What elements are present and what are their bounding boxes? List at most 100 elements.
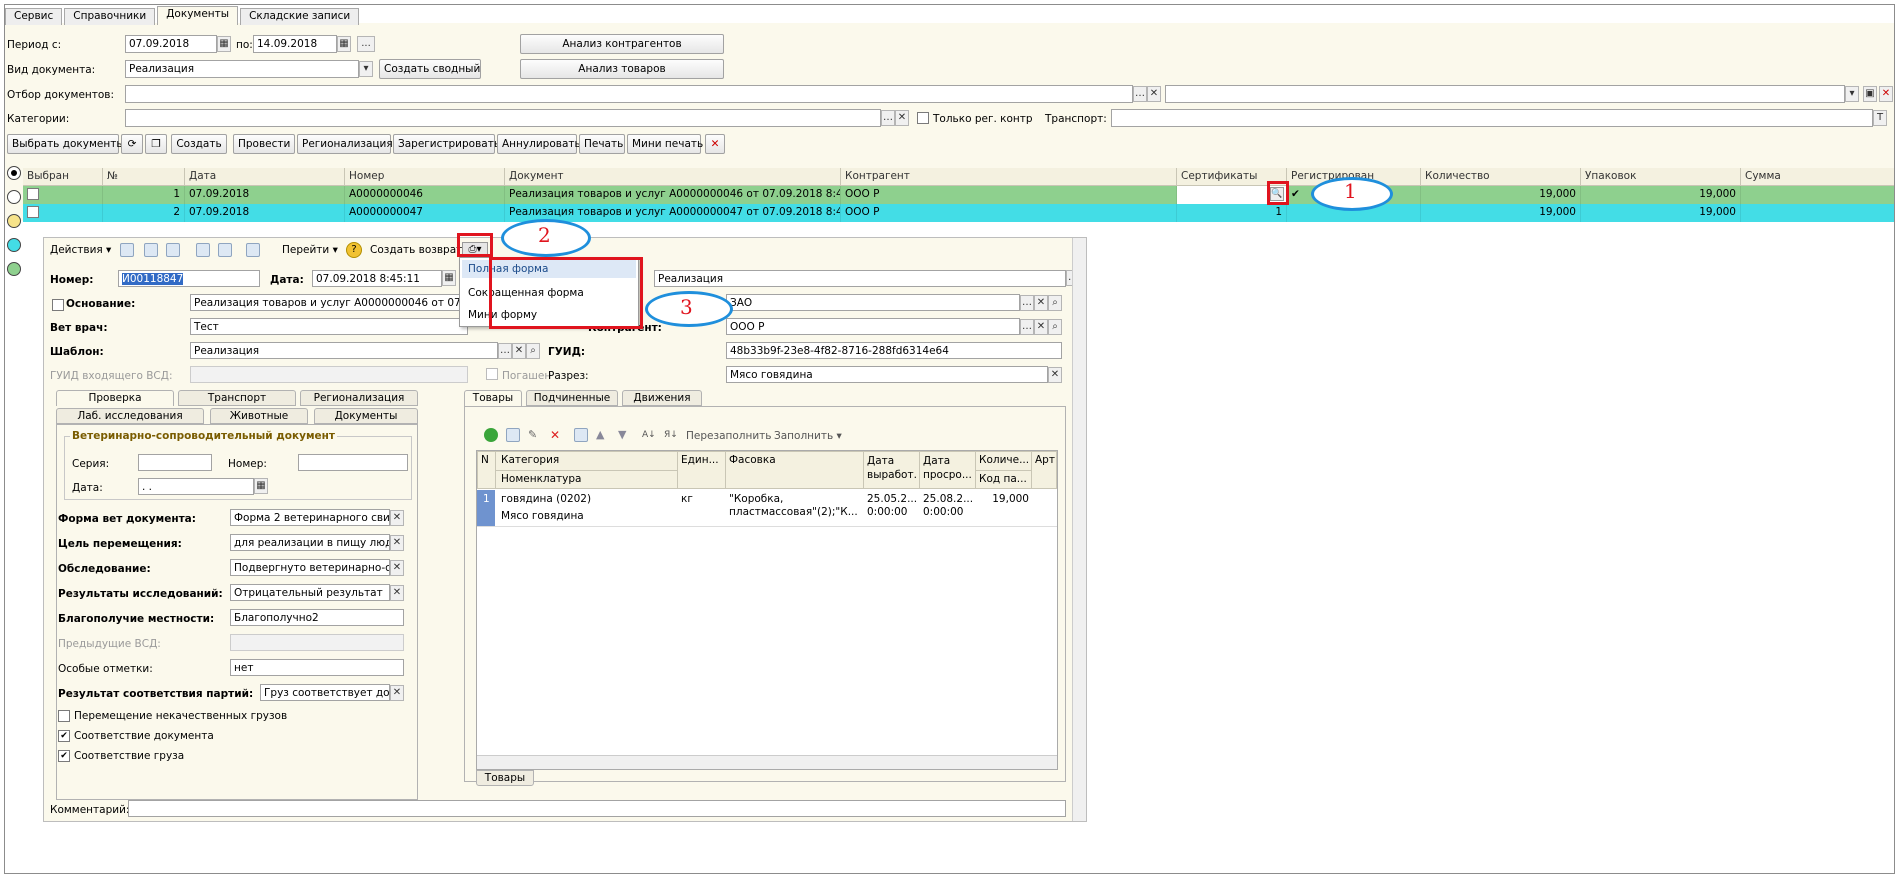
col-packages[interactable]: Упаковок (1581, 168, 1741, 186)
clear-icon[interactable]: ✕ (512, 343, 526, 359)
results-input[interactable]: Отрицательный результат (230, 584, 390, 601)
purpose-input[interactable]: для реализации в пищу людям (230, 534, 390, 551)
radio-icon[interactable] (7, 214, 21, 228)
save-icon[interactable]: ▣ (1863, 86, 1877, 102)
item-packing[interactable]: "Коробка, пластмассовая"(2);"К... (729, 493, 861, 519)
guid-input[interactable]: 48b33b9f-23e8-4f82-8716-288fd6314e64 (726, 342, 1062, 359)
bad-goods-checkbox[interactable] (58, 710, 70, 722)
col-document[interactable]: Документ (505, 168, 841, 186)
calendar-icon[interactable]: ▦ (442, 270, 456, 286)
move-down-icon[interactable]: ▼ (618, 428, 632, 442)
sort-desc-icon[interactable]: Я↓ (664, 428, 680, 442)
selection-input[interactable] (125, 85, 1133, 103)
basis-input[interactable]: Реализация товаров и услуг А0000000046 о… (190, 294, 468, 311)
contractor-input[interactable]: ООО Р (726, 318, 1020, 335)
repaid-checkbox[interactable] (486, 368, 498, 380)
select-icon[interactable]: … (1020, 295, 1034, 311)
add-icon[interactable] (484, 428, 498, 442)
clear-icon[interactable]: ✕ (1034, 319, 1048, 335)
vet-form-input[interactable]: Форма 2 ветеринарного свидетельства (230, 509, 390, 526)
save-icon[interactable] (120, 243, 134, 257)
unpost-icon[interactable] (166, 243, 180, 257)
vsd-date-input[interactable]: . . (138, 478, 254, 495)
select-icon[interactable]: … (881, 110, 895, 126)
move-up-icon[interactable]: ▲ (596, 428, 610, 442)
tab-directories[interactable]: Справочники (64, 8, 156, 25)
create-button[interactable]: Создать (171, 134, 227, 154)
col-date[interactable]: Дата (185, 168, 345, 186)
tab-check[interactable]: Проверка (56, 390, 174, 406)
transport-input[interactable] (1111, 109, 1873, 127)
comment-input[interactable] (128, 800, 1066, 817)
col-selected[interactable]: Выбран (23, 168, 103, 186)
tab-goods-bottom[interactable]: Товары (476, 770, 534, 786)
special-input[interactable]: нет (230, 659, 404, 676)
col-batch-code[interactable]: Код па... (979, 473, 1027, 485)
tab-movements[interactable]: Движения (622, 390, 702, 406)
refill-button[interactable]: Перезаполнить (686, 430, 772, 442)
search-icon[interactable]: ⌕ (1048, 295, 1062, 311)
item-nomenclature[interactable]: Мясо говядина (501, 510, 584, 522)
item-unit[interactable]: кг (681, 493, 693, 505)
create-summary-button[interactable]: Создать сводный (379, 59, 481, 79)
row-checkbox[interactable] (27, 188, 39, 200)
tab-warehouse[interactable]: Складские записи (240, 8, 360, 25)
item-prod-date[interactable]: 25.05.2... 0:00:00 (867, 493, 917, 519)
conformity-input[interactable]: Груз соответствует документам (260, 684, 390, 701)
col-packing[interactable]: Фасовка (729, 454, 776, 466)
analysis-goods-button[interactable]: Анализ товаров (520, 59, 724, 79)
basis-checkbox[interactable] (52, 299, 64, 311)
delete-icon[interactable]: ✕ (550, 428, 564, 442)
period-to-input[interactable]: 14.09.2018 (253, 35, 337, 53)
guid-in-input[interactable] (190, 366, 468, 383)
col-qty[interactable]: Количе... (979, 454, 1029, 466)
export-icon[interactable] (196, 243, 210, 257)
radio-icon[interactable] (7, 238, 21, 252)
tab-transport[interactable]: Транспорт (178, 390, 296, 406)
col-contractor[interactable]: Контрагент (841, 168, 1177, 186)
clear-icon[interactable]: ✕ (390, 585, 404, 601)
col-nomenclature[interactable]: Номенклатура (501, 473, 581, 485)
number-input[interactable]: И00118847 (118, 270, 260, 287)
col-number[interactable]: Номер (345, 168, 505, 186)
text-icon[interactable]: T (1873, 110, 1887, 126)
vet-input[interactable]: Тест (190, 318, 468, 335)
clear-icon[interactable]: ✕ (1034, 295, 1048, 311)
post-button[interactable]: Провести (233, 134, 295, 154)
tab-animals[interactable]: Животные (210, 408, 308, 424)
dropdown-arrow-icon[interactable]: ▾ (359, 61, 373, 77)
item-qty[interactable]: 19,000 (979, 493, 1029, 505)
search-icon[interactable]: ⌕ (1048, 319, 1062, 335)
analysis-contractors-button[interactable]: Анализ контрагентов (520, 34, 724, 54)
vertical-scrollbar[interactable] (1072, 238, 1086, 821)
selection-value-input[interactable] (1165, 85, 1845, 103)
copy-icon[interactable]: ❐ (145, 134, 167, 154)
item-exp-date[interactable]: 25.08.2... 0:00:00 (923, 493, 973, 519)
col-sum[interactable]: Сумма (1741, 168, 1894, 186)
annul-button[interactable]: Аннулировать (497, 134, 581, 154)
col-exp-date[interactable]: Дата просро... (923, 454, 973, 482)
actions-menu[interactable]: Действия ▾ (50, 244, 111, 256)
register-button[interactable]: Зарегистрировать (393, 134, 500, 154)
table-icon[interactable] (574, 428, 588, 442)
organization-input[interactable]: ЗАО (726, 294, 1020, 311)
vsd-number-input[interactable] (298, 454, 408, 471)
delete-icon[interactable]: ✕ (705, 134, 725, 154)
cargo-match-checkbox[interactable]: ✔ (58, 750, 70, 762)
col-category[interactable]: Категория (501, 454, 559, 466)
print-button[interactable]: Печать (579, 134, 625, 154)
horizontal-scrollbar[interactable] (477, 755, 1057, 769)
date-input[interactable]: 07.09.2018 8:45:11 (312, 270, 442, 287)
series-input[interactable] (138, 454, 212, 471)
tab-goods[interactable]: Товары (464, 390, 522, 406)
mini-print-button[interactable]: Мини печать (627, 134, 703, 154)
clear-icon[interactable]: ✕ (390, 685, 404, 701)
clear-icon[interactable]: ✕ (390, 535, 404, 551)
import-icon[interactable] (218, 243, 232, 257)
item-category[interactable]: говядина (0202) (501, 493, 591, 505)
col-n[interactable]: N (481, 454, 489, 466)
calendar-icon[interactable]: ▦ (337, 36, 351, 52)
template-input[interactable]: Реализация (190, 342, 498, 359)
refresh-icon[interactable]: ⟳ (121, 134, 143, 154)
tab-subordinate[interactable]: Подчиненные (526, 390, 618, 406)
